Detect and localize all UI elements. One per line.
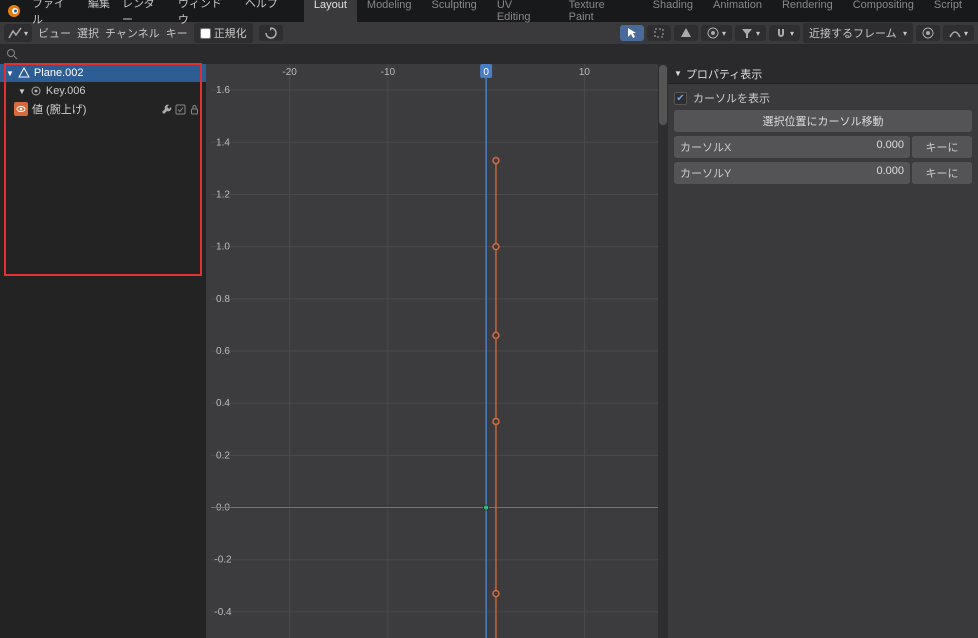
refresh-icon bbox=[265, 27, 277, 39]
channel-color-swatch bbox=[14, 102, 28, 116]
normalize-checkbox[interactable] bbox=[200, 28, 211, 39]
menu-file[interactable]: ファイル bbox=[32, 0, 76, 27]
sidebar-empty-area bbox=[668, 190, 978, 638]
chevron-down-icon: ▾ bbox=[722, 29, 726, 38]
panel-title: プロパティ表示 bbox=[686, 66, 762, 82]
svg-text:-20: -20 bbox=[282, 67, 297, 78]
proportional-edit-button[interactable] bbox=[916, 25, 940, 41]
box-select-icon bbox=[653, 27, 665, 39]
blender-logo-icon bbox=[6, 3, 22, 19]
svg-text:1.4: 1.4 bbox=[216, 137, 230, 148]
outliner-object-row[interactable]: ▼ Plane.002 bbox=[0, 64, 206, 82]
chevron-down-icon: ▾ bbox=[790, 29, 794, 38]
channel-list-panel: ▼ Plane.002 ▼ Key.006 値 (腕上げ) bbox=[0, 64, 206, 638]
cursor-icon bbox=[626, 27, 638, 39]
menu-view[interactable]: ビュー bbox=[38, 25, 71, 41]
svg-text:0.2: 0.2 bbox=[216, 450, 230, 461]
normalize-toggle[interactable]: 正規化 bbox=[194, 23, 253, 43]
chevron-down-icon: ▾ bbox=[756, 29, 760, 38]
tab-uv-editing[interactable]: UV Editing bbox=[487, 0, 559, 26]
channel-search-input[interactable] bbox=[22, 47, 182, 62]
cursor-y-field[interactable]: カーソルY 0.000 bbox=[674, 162, 910, 184]
top-menubar: ファイル 編集 レンダー ウィンドウ ヘルプ Layout Modeling S… bbox=[0, 0, 978, 22]
checkbox-checked-icon[interactable]: ✔ bbox=[674, 92, 687, 105]
menu-render[interactable]: レンダー bbox=[122, 0, 166, 27]
warning-icon bbox=[680, 27, 692, 39]
menu-channel[interactable]: チャンネル bbox=[105, 25, 160, 41]
svg-text:0.8: 0.8 bbox=[216, 294, 230, 305]
mesh-icon bbox=[18, 67, 30, 79]
search-icon bbox=[6, 48, 18, 60]
shapekey-icon bbox=[30, 85, 42, 97]
cursor-x-label: カーソルX bbox=[680, 139, 731, 155]
svg-text:1.6: 1.6 bbox=[216, 85, 230, 96]
graph-vertical-scrollbar[interactable] bbox=[658, 64, 668, 638]
outliner-key-row[interactable]: ▼ Key.006 bbox=[0, 82, 206, 100]
svg-text:-0.4: -0.4 bbox=[214, 607, 232, 618]
svg-text:10: 10 bbox=[579, 67, 591, 78]
proportional-icon bbox=[922, 27, 934, 39]
graph-editor-icon bbox=[8, 26, 22, 40]
auto-normalize-button[interactable] bbox=[259, 25, 283, 41]
disclosure-triangle-icon: ▼ bbox=[674, 69, 682, 78]
show-cursor-checkbox-row[interactable]: ✔ カーソルを表示 bbox=[674, 90, 972, 106]
chevron-down-icon: ▾ bbox=[24, 29, 28, 38]
key-label: Key.006 bbox=[46, 85, 86, 97]
disclosure-triangle-icon[interactable]: ▼ bbox=[18, 87, 26, 96]
box-select-button[interactable] bbox=[647, 25, 671, 41]
disclosure-triangle-icon[interactable]: ▼ bbox=[6, 69, 14, 78]
chevron-down-icon: ▾ bbox=[964, 29, 968, 38]
svg-text:-0.2: -0.2 bbox=[214, 555, 232, 566]
svg-text:0.6: 0.6 bbox=[216, 346, 230, 357]
svg-text:-10: -10 bbox=[381, 67, 396, 78]
scrollbar-thumb[interactable] bbox=[659, 65, 667, 125]
cursor-y-label: カーソルY bbox=[680, 165, 731, 181]
falloff-dropdown[interactable]: ▾ bbox=[943, 25, 974, 41]
wrench-icon[interactable] bbox=[161, 104, 172, 115]
cursor-x-field[interactable]: カーソルX 0.000 bbox=[674, 136, 910, 158]
pivot-dropdown[interactable]: ▾ bbox=[701, 25, 732, 41]
channel-search-row bbox=[0, 44, 978, 64]
content-area: ▼ Plane.002 ▼ Key.006 値 (腕上げ) -20 -10 0 10 -… bbox=[0, 64, 978, 638]
normalize-label: 正規化 bbox=[214, 25, 247, 41]
filter-icon bbox=[741, 27, 753, 39]
filter-dropdown[interactable]: ▾ bbox=[735, 25, 766, 41]
sidebar-panel-body: ✔ カーソルを表示 選択位置にカーソル移動 カーソルX 0.000 キーに カー… bbox=[668, 84, 978, 190]
chevron-down-icon: ▾ bbox=[903, 29, 907, 38]
mute-checkbox-icon[interactable] bbox=[175, 104, 186, 115]
lock-icon[interactable] bbox=[189, 104, 200, 115]
tab-layout[interactable]: Layout bbox=[304, 0, 357, 26]
cursor-y-value: 0.000 bbox=[876, 165, 904, 181]
cursor-x-value: 0.000 bbox=[876, 139, 904, 155]
show-cursor-label: カーソルを表示 bbox=[693, 90, 770, 106]
menu-select[interactable]: 選択 bbox=[77, 25, 99, 41]
outliner-channel-row[interactable]: 値 (腕上げ) bbox=[0, 100, 206, 118]
cursor-x-key-button[interactable]: キーに bbox=[912, 136, 972, 158]
object-label: Plane.002 bbox=[34, 67, 84, 79]
snap-target-label: 近接するフレーム bbox=[809, 25, 897, 41]
eye-icon bbox=[16, 104, 26, 114]
pivot-icon bbox=[707, 27, 719, 39]
snap-mode-dropdown[interactable]: ▾ bbox=[769, 25, 800, 41]
properties-sidebar: ▼ プロパティ表示 ✔ カーソルを表示 選択位置にカーソル移動 カーソルX 0.… bbox=[668, 64, 978, 638]
svg-text:1.0: 1.0 bbox=[216, 242, 230, 253]
editor-type-dropdown[interactable]: ▾ bbox=[4, 24, 32, 42]
magnet-icon bbox=[775, 27, 787, 39]
tab-sculpting[interactable]: Sculpting bbox=[422, 0, 487, 26]
cursor-to-selection-button[interactable]: 選択位置にカーソル移動 bbox=[674, 110, 972, 132]
falloff-icon bbox=[949, 27, 961, 39]
cursor-y-key-button[interactable]: キーに bbox=[912, 162, 972, 184]
sidebar-panel-header[interactable]: ▼ プロパティ表示 bbox=[668, 64, 978, 84]
svg-text:0.4: 0.4 bbox=[216, 398, 230, 409]
snap-target-dropdown[interactable]: 近接するフレーム ▾ bbox=[803, 23, 913, 43]
graph-editor-viewport[interactable]: -20-10010-0.4-0.20.00.20.40.60.81.01.21.… bbox=[206, 64, 668, 638]
ghost-curves-button[interactable] bbox=[674, 25, 698, 41]
channel-label: 値 (腕上げ) bbox=[32, 101, 86, 117]
menu-edit[interactable]: 編集 bbox=[88, 0, 110, 27]
menu-key[interactable]: キー bbox=[166, 25, 188, 41]
select-tool-button[interactable] bbox=[620, 25, 644, 41]
tab-modeling[interactable]: Modeling bbox=[357, 0, 422, 26]
svg-text:0: 0 bbox=[483, 67, 489, 78]
svg-text:1.2: 1.2 bbox=[216, 189, 230, 200]
